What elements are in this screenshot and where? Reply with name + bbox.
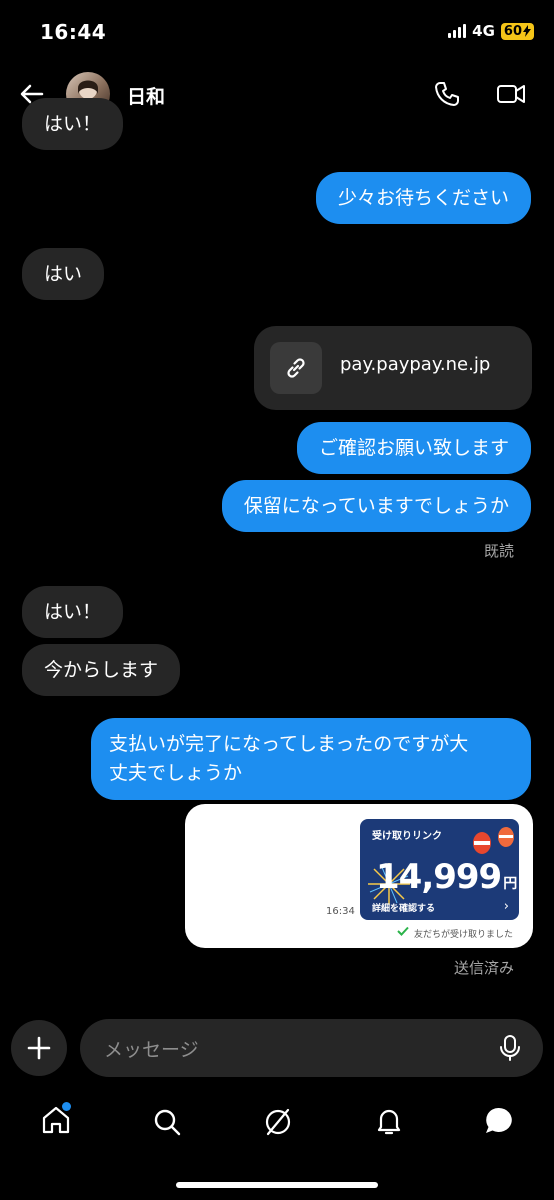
message-input[interactable]: メッセージ (80, 1019, 543, 1077)
paypay-card-header: 受け取りリンク (372, 831, 442, 842)
signal-icon (448, 24, 467, 38)
paypay-received-text: 友だちが受け取りました (414, 930, 514, 940)
status-time: 16:44 (40, 20, 107, 44)
message-outgoing[interactable]: 保留になっていますでしょうか (221, 480, 531, 532)
message-outgoing[interactable]: 支払いが完了になってしまったのですが大 丈夫でしょうか (91, 718, 531, 800)
message-incoming[interactable]: はい！ (22, 586, 124, 638)
charging-icon (523, 25, 531, 37)
message-outgoing[interactable]: 少々お待ちください (315, 172, 531, 224)
message-text: はい！ (44, 601, 102, 623)
explore-icon[interactable] (262, 1106, 294, 1138)
paypay-card: 受け取りリンク 14,999 円 詳細を確認する › (360, 819, 519, 920)
chevron-right-icon: › (503, 899, 509, 914)
message-text: ご確認お願い致します (318, 437, 509, 459)
video-icon[interactable] (496, 79, 526, 109)
link-domain: pay.paypay.ne.jp (340, 354, 491, 375)
bell-icon[interactable] (373, 1105, 405, 1137)
read-receipt: 既読 (483, 542, 514, 560)
link-preview[interactable]: pay.paypay.ne.jp (254, 326, 532, 410)
message-text: 少々お待ちください (337, 187, 509, 209)
status-indicators: 4G 60 (448, 22, 534, 40)
network-type: 4G (472, 22, 495, 40)
message-incoming[interactable]: はい！ (22, 98, 124, 150)
battery-level: 60 (503, 23, 522, 39)
check-icon (397, 926, 409, 936)
phone-icon[interactable] (432, 79, 462, 109)
message-text: はい！ (44, 113, 102, 135)
sent-status: 送信済み (453, 959, 514, 977)
message-text: はい (44, 263, 83, 285)
nav-home[interactable] (40, 1102, 72, 1140)
message-outgoing[interactable]: ご確認お願い致します (296, 422, 531, 474)
link-icon-box (270, 342, 322, 394)
message-text: 今からします (44, 659, 159, 681)
contact-name[interactable]: 日和 (127, 82, 165, 109)
message-text-line: 丈夫でしょうか (109, 762, 243, 784)
message-incoming[interactable]: はい (22, 248, 105, 300)
image-attachment[interactable]: 受け取りリンク 14,999 円 詳細を確認する › 16:34 友だちが受け取… (185, 804, 533, 948)
home-indicator (176, 1182, 378, 1188)
paypay-currency: 円 (503, 876, 518, 892)
messages-icon[interactable] (483, 1105, 515, 1137)
battery-indicator: 60 (500, 22, 534, 40)
paypay-amount: 14,999 (376, 857, 502, 897)
message-text-line: 支払いが完了になってしまったのですが大 (109, 733, 469, 755)
notification-dot (62, 1102, 71, 1111)
add-attachment-button[interactable] (11, 1020, 67, 1076)
paypay-time: 16:34 (326, 906, 355, 917)
message-text: 保留になっていますでしょうか (243, 495, 509, 517)
paypay-details-link: 詳細を確認する (372, 904, 436, 914)
search-icon[interactable] (151, 1106, 183, 1138)
message-input-placeholder: メッセージ (104, 1039, 199, 1061)
paypay-amount-row: 14,999 円 (376, 857, 517, 897)
plus-icon (27, 1036, 51, 1060)
message-incoming[interactable]: 今からします (22, 644, 181, 696)
link-icon (287, 358, 305, 378)
mic-icon[interactable] (499, 1034, 521, 1062)
lantern-icon (473, 827, 514, 854)
